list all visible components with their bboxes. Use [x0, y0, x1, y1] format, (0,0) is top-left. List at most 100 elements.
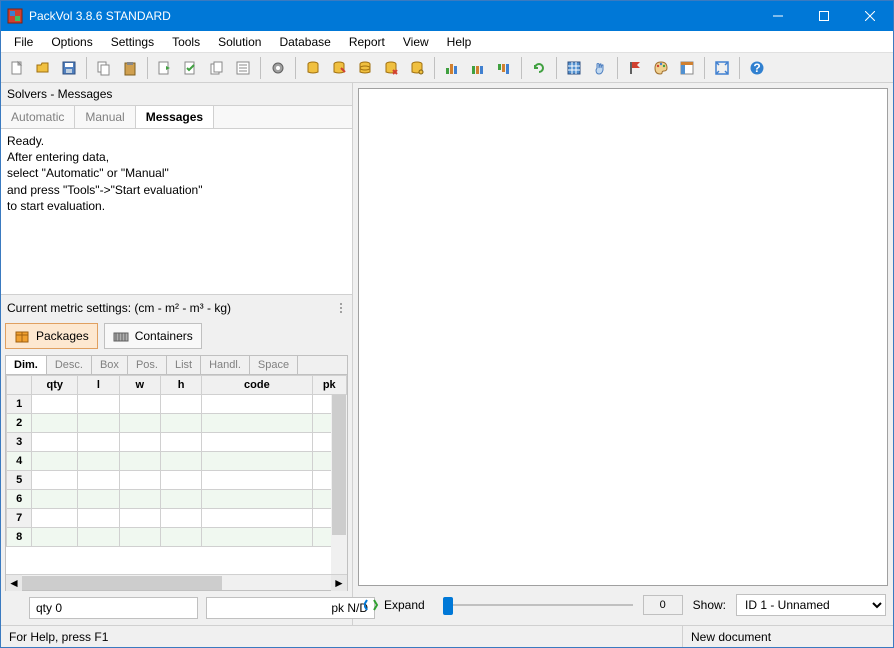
table-row[interactable]: 6 — [7, 490, 347, 509]
maximize-button[interactable] — [801, 1, 847, 31]
grid-cell[interactable] — [32, 433, 78, 452]
refresh-icon[interactable] — [527, 56, 551, 80]
doc-right-icon[interactable] — [153, 56, 177, 80]
grid-cell[interactable] — [119, 471, 160, 490]
grid-cell[interactable] — [119, 528, 160, 547]
grid-tab-box[interactable]: Box — [92, 356, 128, 374]
grid-cell[interactable] — [160, 528, 201, 547]
grid-cell[interactable] — [32, 395, 78, 414]
table-row[interactable]: 7 — [7, 509, 347, 528]
menu-report[interactable]: Report — [340, 33, 394, 51]
grid-cell[interactable] — [78, 528, 119, 547]
grid-header-w[interactable]: w — [119, 376, 160, 395]
table-row[interactable]: 5 — [7, 471, 347, 490]
db-key-icon[interactable] — [405, 56, 429, 80]
grid-cell[interactable] — [202, 528, 312, 547]
grid-tab-pos[interactable]: Pos. — [128, 356, 167, 374]
grid-cell[interactable] — [32, 509, 78, 528]
palette-icon[interactable] — [649, 56, 673, 80]
menu-help[interactable]: Help — [438, 33, 481, 51]
grid-tab-list[interactable]: List — [167, 356, 201, 374]
grid-cell[interactable] — [78, 414, 119, 433]
grid-tab-handl[interactable]: Handl. — [201, 356, 250, 374]
menu-tools[interactable]: Tools — [163, 33, 209, 51]
hand-icon[interactable] — [588, 56, 612, 80]
table-row[interactable]: 2 — [7, 414, 347, 433]
table-row[interactable]: 1 — [7, 395, 347, 414]
solver-tab-messages[interactable]: Messages — [136, 106, 214, 128]
layout-icon[interactable] — [675, 56, 699, 80]
show-select[interactable]: ID 1 - Unnamed — [736, 594, 886, 616]
containers-button[interactable]: Containers — [104, 323, 202, 349]
menu-solution[interactable]: Solution — [209, 33, 270, 51]
db-yellow-icon[interactable] — [301, 56, 325, 80]
doc-stack-icon[interactable] — [205, 56, 229, 80]
grid-cell[interactable] — [78, 452, 119, 471]
grid-cell[interactable] — [119, 509, 160, 528]
grid-cell[interactable] — [202, 433, 312, 452]
slider-thumb[interactable] — [443, 597, 453, 615]
grid-cell[interactable] — [32, 452, 78, 471]
table-row[interactable]: 4 — [7, 452, 347, 471]
grid-horizontal-scrollbar[interactable]: ◄ ► — [6, 574, 347, 590]
chart-group-icon[interactable] — [466, 56, 490, 80]
table-row[interactable]: 3 — [7, 433, 347, 452]
grid-cell[interactable] — [160, 452, 201, 471]
chart-down-icon[interactable] — [492, 56, 516, 80]
grid-header-l[interactable]: l — [78, 376, 119, 395]
grid-header-qty[interactable]: qty — [32, 376, 78, 395]
drag-handle-icon[interactable] — [336, 303, 346, 313]
3d-viewport[interactable] — [358, 88, 888, 586]
copy-icon[interactable] — [92, 56, 116, 80]
scroll-right-icon[interactable]: ► — [331, 575, 347, 591]
grid-cell[interactable] — [202, 452, 312, 471]
solver-tab-manual[interactable]: Manual — [75, 106, 135, 128]
table-row[interactable]: 8 — [7, 528, 347, 547]
pk-input[interactable] — [206, 597, 375, 619]
help-icon[interactable]: ? — [745, 56, 769, 80]
grid-cell[interactable] — [202, 471, 312, 490]
doc-check-icon[interactable] — [179, 56, 203, 80]
grid-cell[interactable] — [160, 490, 201, 509]
messages-area[interactable]: Ready.After entering data,select "Automa… — [1, 129, 352, 294]
grid-cell[interactable] — [78, 395, 119, 414]
grid-header-pk[interactable]: pk — [312, 376, 347, 395]
menu-file[interactable]: File — [5, 33, 42, 51]
grid-cell[interactable] — [160, 471, 201, 490]
new-file-icon[interactable] — [5, 56, 29, 80]
grid-cell[interactable] — [78, 490, 119, 509]
grid-cell[interactable] — [160, 509, 201, 528]
qty-input[interactable] — [29, 597, 198, 619]
db-delete-icon[interactable] — [379, 56, 403, 80]
grid-cell[interactable] — [32, 471, 78, 490]
grid-cell[interactable] — [32, 528, 78, 547]
flag-red-icon[interactable] — [623, 56, 647, 80]
scroll-left-icon[interactable]: ◄ — [6, 575, 22, 591]
menu-settings[interactable]: Settings — [102, 33, 163, 51]
grid-icon[interactable] — [562, 56, 586, 80]
db-edit-icon[interactable] — [327, 56, 351, 80]
minimize-button[interactable] — [755, 1, 801, 31]
grid-vertical-scrollbar[interactable] — [331, 395, 347, 574]
grid-cell[interactable] — [202, 490, 312, 509]
close-button[interactable] — [847, 1, 893, 31]
menu-options[interactable]: Options — [42, 33, 101, 51]
grid-cell[interactable] — [32, 490, 78, 509]
db-stack-icon[interactable] — [353, 56, 377, 80]
grid-cell[interactable] — [78, 433, 119, 452]
doc-list-icon[interactable] — [231, 56, 255, 80]
gear-icon[interactable] — [266, 56, 290, 80]
paste-icon[interactable] — [118, 56, 142, 80]
packages-button[interactable]: Packages — [5, 323, 98, 349]
grid-cell[interactable] — [202, 395, 312, 414]
grid-cell[interactable] — [78, 471, 119, 490]
grid-tab-desc[interactable]: Desc. — [47, 356, 92, 374]
chart-bar-icon[interactable] — [440, 56, 464, 80]
data-grid[interactable]: qtylwhcodepk12345678 ◄ ► — [5, 374, 348, 591]
open-folder-icon[interactable] — [31, 56, 55, 80]
save-icon[interactable] — [57, 56, 81, 80]
fullscreen-icon[interactable] — [710, 56, 734, 80]
grid-cell[interactable] — [202, 414, 312, 433]
grid-cell[interactable] — [119, 414, 160, 433]
grid-header-code[interactable]: code — [202, 376, 312, 395]
